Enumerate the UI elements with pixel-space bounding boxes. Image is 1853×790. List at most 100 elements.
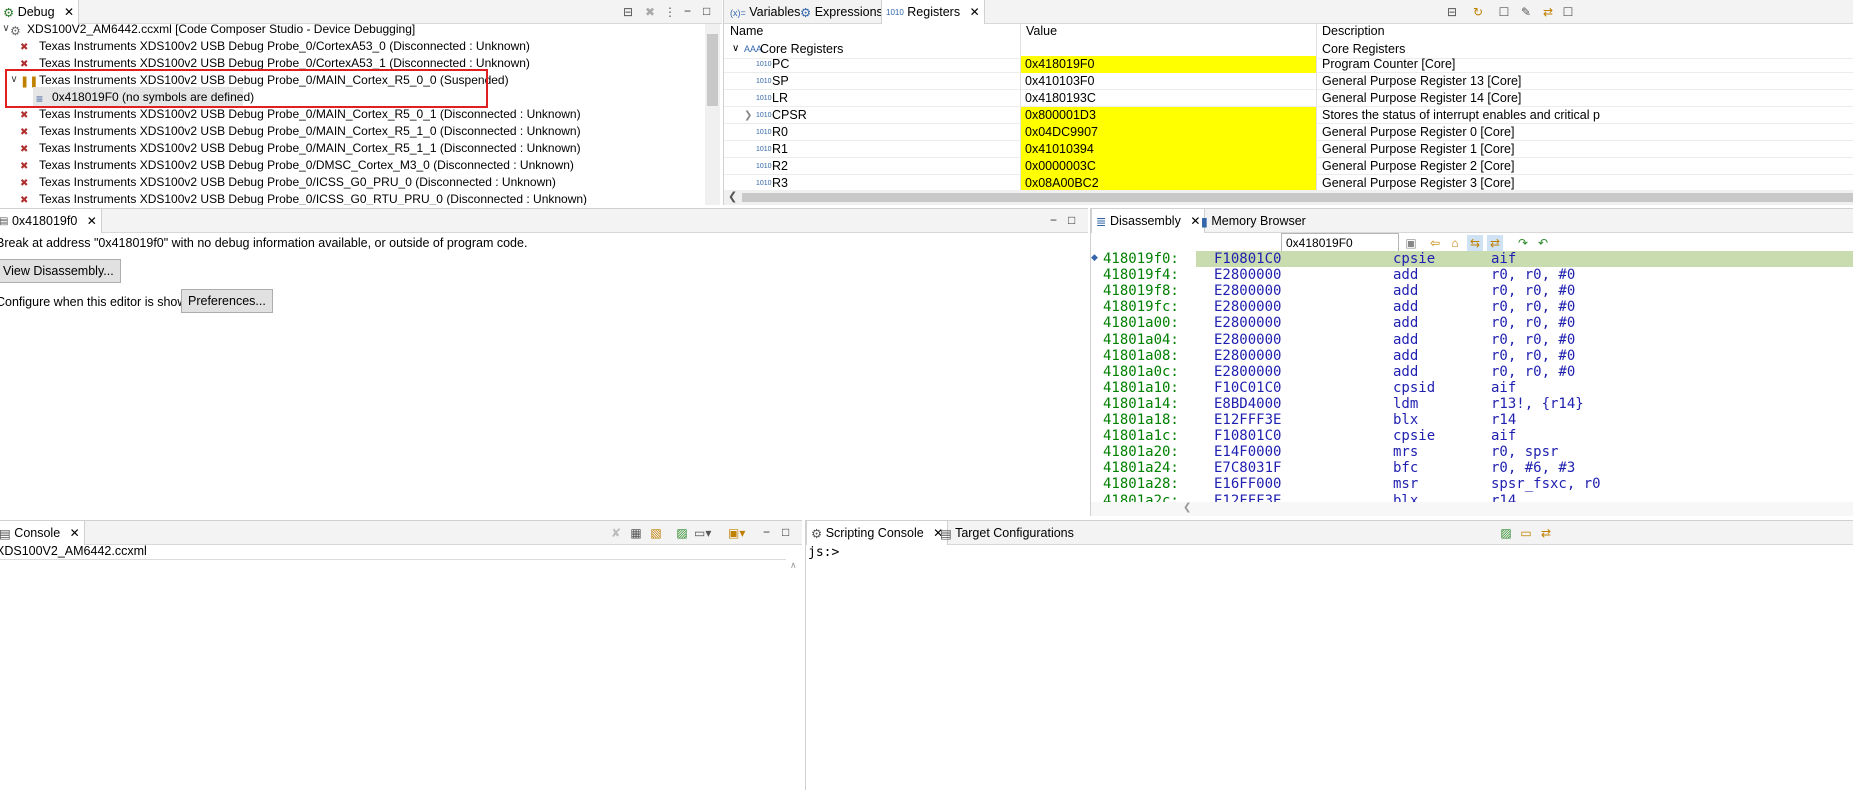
minimize-icon[interactable]: − <box>763 525 770 539</box>
pin-console-icon[interactable]: ▨ <box>674 525 690 541</box>
tab-scripting-console[interactable]: ⚙ Scripting Console ✕ <box>806 521 949 545</box>
register-value[interactable]: 0x0000003C <box>1021 158 1316 175</box>
tab-target-configurations[interactable]: ▤ Target Configurations <box>936 521 1078 545</box>
console-content[interactable]: XDS100V2_AM6442.ccxml <box>0 544 147 558</box>
link-icon[interactable]: ⇄ <box>1538 525 1554 541</box>
close-icon[interactable]: ✕ <box>70 526 80 540</box>
clear-console-icon[interactable]: ✘ <box>608 525 624 541</box>
disassembly-row[interactable]: 41801a10: F10C01C0 cpsid aif <box>1091 380 1853 396</box>
maximize-icon[interactable]: □ <box>782 525 789 539</box>
column-header-name[interactable]: Name <box>730 21 763 41</box>
disconnected-core-icon: ✖ <box>20 144 29 155</box>
register-row[interactable]: 1010 R2 0x0000003C General Purpose Register… <box>724 158 1853 175</box>
maximize-icon[interactable]: □ <box>1068 213 1075 227</box>
word-wrap-icon[interactable]: ▧ <box>648 525 664 541</box>
register-row[interactable]: 1010 PC 0x418019F0 Program Counter [Core] <box>724 56 1853 73</box>
refresh-icon[interactable]: ↻ <box>1470 4 1486 20</box>
pc-marker-icon: ◆ <box>1091 252 1098 262</box>
register-value[interactable]: 0x410103F0 <box>1021 73 1316 90</box>
register-value[interactable]: 0x04DC9907 <box>1021 124 1316 141</box>
disassembly-row[interactable]: 41801a08: E2800000 add r0, r0, #0 <box>1091 348 1853 364</box>
view-disassembly-button[interactable]: View Disassembly... <box>0 259 121 283</box>
preferences-button[interactable]: Preferences... <box>181 289 273 313</box>
register-row[interactable]: ❯ 1010 CPSR 0x800001D3 Stores the status of … <box>724 107 1853 124</box>
disassembly-row[interactable]: 41801a14: E8BD4000 ldm r13!, {r14} <box>1091 396 1853 412</box>
collapse-all-icon[interactable]: ⊟ <box>1444 4 1460 20</box>
disassembly-row[interactable]: 41801a28: E16FF000 msr spsr_fsxc, r0 <box>1091 476 1853 492</box>
close-icon[interactable]: ✕ <box>970 5 980 19</box>
tab-editor-address[interactable]: ▤ 0x418019f0 ✕ <box>0 209 102 233</box>
home-pc-icon[interactable]: ⌂ <box>1447 235 1463 251</box>
scroll-lock-icon[interactable]: ▦ <box>628 525 644 541</box>
view-menu-icon[interactable]: ☐ <box>1560 4 1576 20</box>
debug-scrollbar[interactable] <box>705 24 720 205</box>
register-row[interactable]: 1010 SP 0x410103F0 General Purpose Register… <box>724 73 1853 90</box>
new-group-icon[interactable]: ☐ <box>1496 4 1512 20</box>
disassembly-row[interactable]: 41801a20: E14F0000 mrs r0, spsr <box>1091 444 1853 460</box>
scripting-prompt[interactable]: js:> <box>808 545 839 560</box>
console-tabbar: ▤ Console ✕ ✘ ▦ ▧ ▨ ▭▾ ▣▾ − □ <box>0 521 802 545</box>
disassembly-row-current[interactable]: 418019f0: F10801C0 cpsie aif <box>1091 251 1853 267</box>
open-console-icon[interactable]: ▣▾ <box>728 525 745 541</box>
disassembly-row[interactable]: 418019f4: E2800000 add r0, r0, #0 <box>1091 267 1853 283</box>
column-header-value[interactable]: Value <box>1026 21 1057 41</box>
disassembly-mnemonic: add <box>1393 315 1419 332</box>
disassembly-address: 41801a10: <box>1103 379 1179 396</box>
tab-expressions[interactable]: ⚙ Expressions <box>796 0 887 24</box>
register-row[interactable]: 1010 R1 0x41010394 General Purpose Register… <box>724 141 1853 158</box>
register-value[interactable]: 0x4180193C <box>1021 90 1316 107</box>
disassembly-row[interactable]: 41801a18: E12FFF3E blx r14 <box>1091 412 1853 428</box>
edit-group-icon[interactable]: ✎ <box>1518 4 1534 20</box>
register-value[interactable]: 0x418019F0 <box>1021 56 1316 73</box>
home-icon[interactable]: ⇦ <box>1427 235 1443 251</box>
sync-icon[interactable]: ⇄ <box>1540 4 1556 20</box>
display-console-icon[interactable]: ▭▾ <box>694 525 711 541</box>
register-row[interactable]: 1010 LR 0x4180193C General Purpose Register… <box>724 90 1853 107</box>
disassembly-row[interactable]: 41801a1c: F10801C0 cpsie aif <box>1091 428 1853 444</box>
close-icon[interactable]: ✕ <box>87 214 97 228</box>
disassembly-operands: r13!, {r14} <box>1491 395 1584 412</box>
show-source-icon[interactable]: ⇄ <box>1487 235 1503 251</box>
tab-disassembly[interactable]: ≣ Disassembly ✕ <box>1091 209 1206 233</box>
tab-registers[interactable]: 1010 Registers ✕ <box>881 0 985 24</box>
tree-item-probe[interactable]: ✖ Texas Instruments XDS100v2 USB Debug P… <box>0 189 700 205</box>
register-row[interactable]: 1010 R0 0x04DC9907 General Purpose Register… <box>724 124 1853 141</box>
disassembly-row[interactable]: 41801a00: E2800000 add r0, r0, #0 <box>1091 315 1853 331</box>
register-value[interactable]: 0x800001D3 <box>1021 107 1316 124</box>
disassembly-row[interactable]: 418019f8: E2800000 add r0, r0, #0 <box>1091 283 1853 299</box>
view-menu-icon[interactable]: ⋮ <box>662 4 678 20</box>
disassembly-address-input[interactable]: 0x418019F0 <box>1281 233 1399 253</box>
disassembly-row[interactable]: 418019fc: E2800000 add r0, r0, #0 <box>1091 299 1853 315</box>
register-value[interactable]: 0x41010394 <box>1021 141 1316 158</box>
console-scrollbar[interactable]: ∧ <box>787 560 802 790</box>
new-icon[interactable]: ▨ <box>1498 525 1514 541</box>
scrollbar-thumb[interactable] <box>707 34 718 106</box>
disassembly-hscroll[interactable]: ❮ <box>1091 502 1853 516</box>
close-icon[interactable]: ✕ <box>64 5 74 19</box>
link-icon[interactable]: ⇆ <box>1467 235 1483 251</box>
collapse-all-icon[interactable]: ⊟ <box>620 4 636 20</box>
scroll-up-icon[interactable]: ∧ <box>790 560 797 571</box>
tab-console[interactable]: ▤ Console ✕ <box>0 521 85 545</box>
disassembly-row[interactable]: 41801a2c: E12FFF3E blx r14 <box>1091 493 1853 503</box>
disassembly-row[interactable]: 41801a24: E7C8031F bfc r0, #6, #3 <box>1091 460 1853 476</box>
disassembly-operands: r0, r0, #0 <box>1491 347 1576 364</box>
go-icon[interactable]: ▣ <box>1403 235 1419 251</box>
minimize-icon[interactable]: − <box>684 4 691 18</box>
step-over-icon[interactable]: ↶ <box>1535 235 1551 251</box>
registers-hscroll[interactable]: ❮ <box>724 190 1853 205</box>
disassembly-row[interactable]: 41801a04: E2800000 add r0, r0, #0 <box>1091 332 1853 348</box>
maximize-icon[interactable]: □ <box>703 4 710 18</box>
remove-all-icon[interactable]: ✖ <box>642 4 658 20</box>
disassembly-operands: aif <box>1491 251 1517 267</box>
column-header-description[interactable]: Description <box>1322 21 1385 41</box>
expressions-icon: ⚙ <box>800 5 812 20</box>
scroll-left-icon[interactable]: ❮ <box>728 190 737 203</box>
disassembly-row[interactable]: 41801a0c: E2800000 add r0, r0, #0 <box>1091 364 1853 380</box>
step-into-icon[interactable]: ↷ <box>1515 235 1531 251</box>
scroll-left-icon[interactable]: ❮ <box>1183 502 1191 513</box>
open-folder-icon[interactable]: ▭ <box>1518 525 1534 541</box>
tab-memory-browser[interactable]: ▮ Memory Browser <box>1197 209 1310 233</box>
scrollbar-thumb[interactable] <box>742 193 1853 202</box>
minimize-icon[interactable]: − <box>1050 213 1057 227</box>
